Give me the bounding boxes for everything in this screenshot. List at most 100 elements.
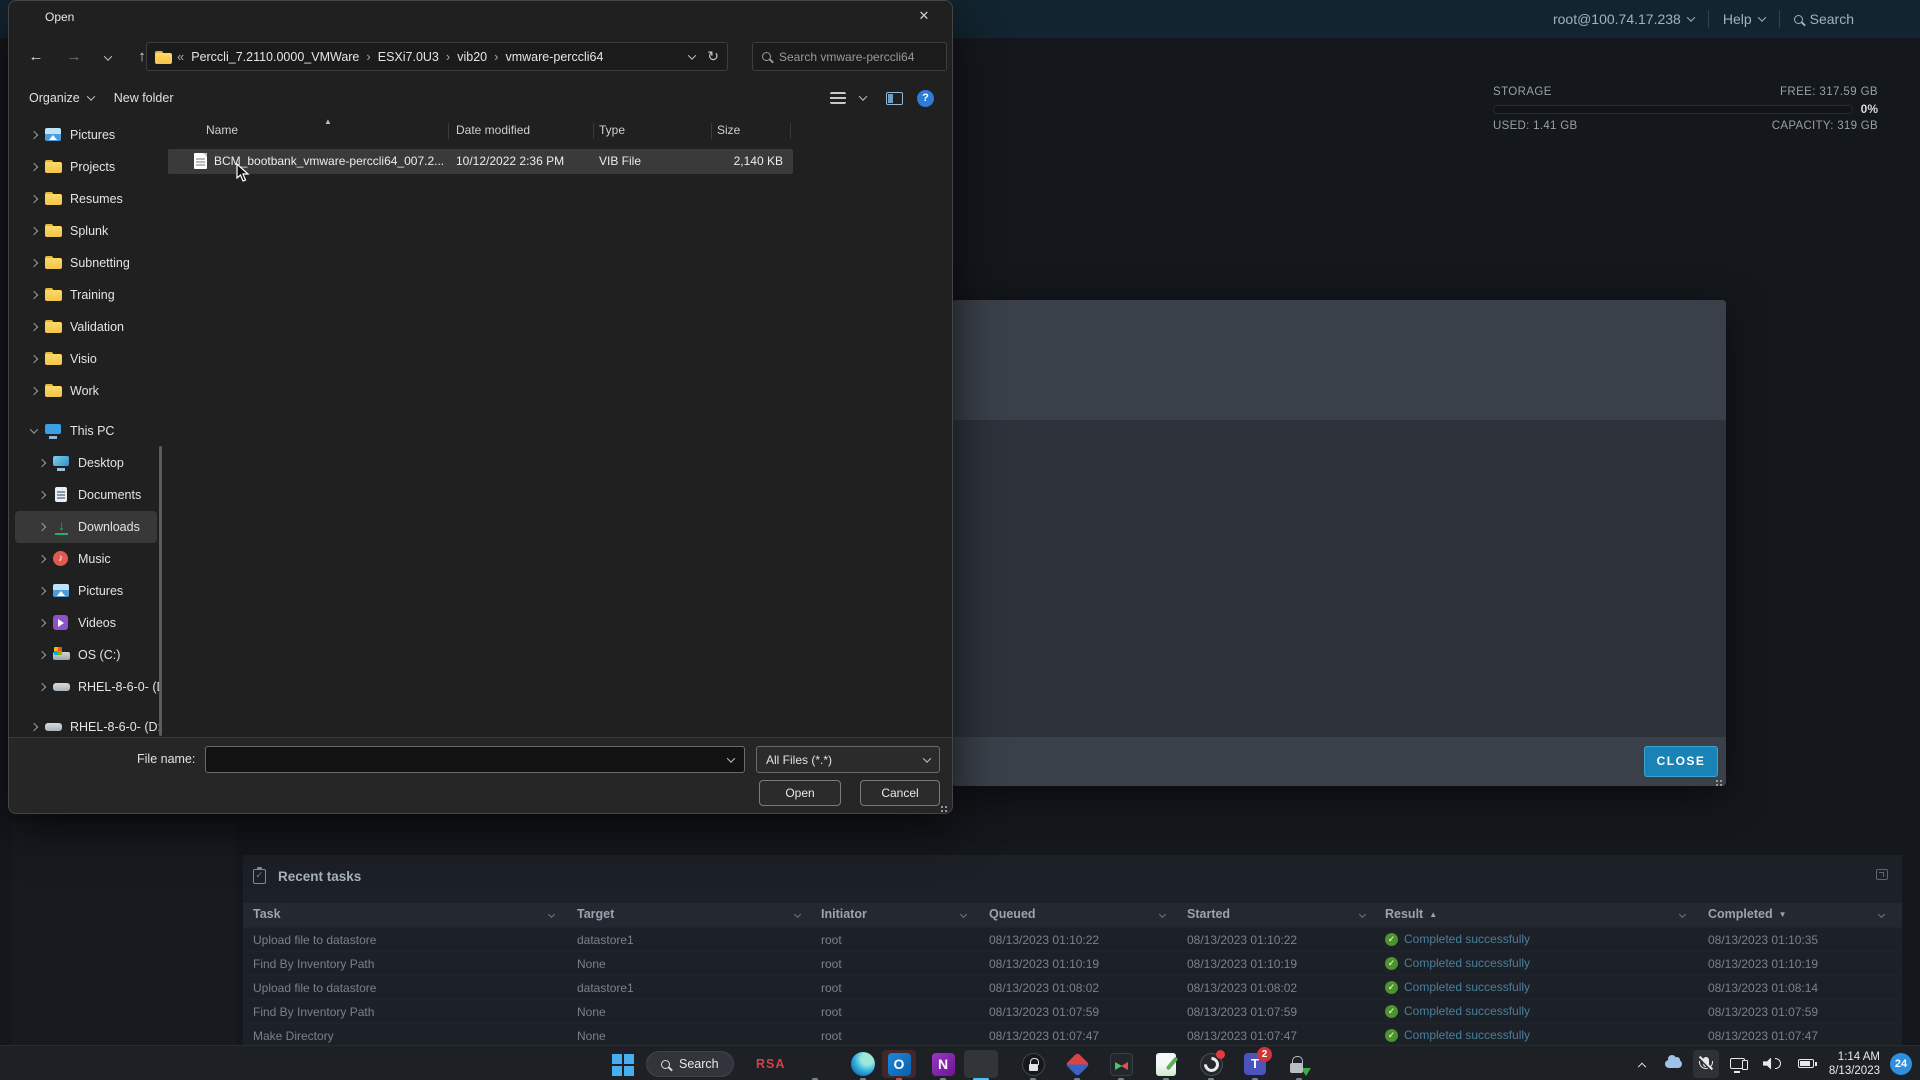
task-result[interactable]: ✓ Completed successfully (1385, 980, 1530, 994)
task-row[interactable]: Find By Inventory Path None root 08/13/2023… (243, 999, 1902, 1023)
resize-grip-icon[interactable] (945, 806, 947, 808)
microphone-muted-icon[interactable] (1692, 1049, 1719, 1078)
taskbar-transfer-icon[interactable] (1282, 1050, 1316, 1080)
task-row[interactable]: Upload file to datastore datastore1 root 08… (243, 975, 1902, 999)
chevron-right-icon[interactable] (37, 650, 47, 660)
back-button[interactable]: ← (21, 48, 51, 65)
column-divider[interactable] (593, 123, 594, 139)
taskbar-terminal-icon[interactable] (1104, 1050, 1138, 1080)
taskbar-rsa-icon[interactable]: RSA (756, 1057, 785, 1071)
volume-icon[interactable] (1757, 1050, 1787, 1078)
view-mode-chevron-icon[interactable] (858, 92, 868, 101)
chevron-right-icon[interactable] (29, 290, 39, 300)
taskbar-obs-icon[interactable] (1194, 1049, 1228, 1080)
close-icon[interactable]: ✕ (904, 1, 944, 31)
sidebar-item-videos[interactable]: Videos (9, 607, 161, 639)
chevron-right-icon[interactable] (29, 130, 39, 140)
taskbar-edge-icon[interactable] (846, 1050, 880, 1080)
taskbar-security-icon[interactable] (1060, 1050, 1094, 1080)
chevron-right-icon[interactable] (29, 386, 39, 396)
view-mode-icon[interactable] (830, 92, 846, 104)
column-filter-chevron-icon[interactable] (793, 910, 802, 919)
task-row[interactable]: Find By Inventory Path None root 08/13/2023… (243, 951, 1902, 975)
sidebar-item-visio[interactable]: Visio (9, 343, 161, 375)
sidebar-item-pictures[interactable]: Pictures (9, 575, 161, 607)
chevron-right-icon[interactable] (37, 586, 47, 596)
taskbar-teams-icon[interactable]: 2 (1238, 1047, 1272, 1080)
close-button[interactable]: CLOSE (1644, 746, 1718, 777)
chevron-down-icon[interactable] (29, 425, 39, 434)
display-icon[interactable] (1725, 1050, 1751, 1078)
column-filter-chevron-icon[interactable] (1158, 910, 1167, 919)
task-result[interactable]: ✓ Completed successfully (1385, 956, 1530, 970)
column-divider[interactable] (790, 123, 791, 139)
notification-badge[interactable]: 24 (1890, 1052, 1912, 1075)
tasks-column-header-task[interactable]: Task (253, 907, 281, 921)
tasks-column-header-target[interactable]: Target (577, 907, 614, 921)
sidebar-scrollbar[interactable] (159, 446, 162, 736)
new-folder-button[interactable]: New folder (114, 91, 174, 105)
sidebar-item-os-c-[interactable]: OS (C:) (9, 639, 161, 671)
chevron-right-icon[interactable] (37, 554, 47, 564)
column-filter-chevron-icon[interactable] (959, 910, 968, 919)
taskbar-outlook-icon[interactable] (882, 1050, 916, 1080)
battery-icon[interactable] (1793, 1050, 1819, 1078)
sidebar-item-music[interactable]: Music (9, 543, 161, 575)
tasks-column-header-completed[interactable]: Completed ▼ (1708, 907, 1787, 921)
dialog-titlebar[interactable]: Open ✕ (9, 1, 952, 33)
chevron-right-icon[interactable] (29, 162, 39, 172)
chevron-right-icon[interactable] (37, 490, 47, 500)
sidebar-item-subnetting[interactable]: Subnetting (9, 247, 161, 279)
tasks-column-header-result[interactable]: Result ▲ (1385, 907, 1437, 921)
tray-chevron-up-icon[interactable] (1629, 1050, 1655, 1078)
file-row[interactable]: BCM_bootbank_vmware-perccli64_007.2... 1… (168, 149, 793, 174)
task-result[interactable]: ✓ Completed successfully (1385, 1004, 1530, 1018)
task-result[interactable]: ✓ Completed successfully (1385, 1028, 1530, 1042)
file-name-combobox[interactable] (205, 746, 745, 773)
taskbar-editor-icon[interactable] (1149, 1050, 1183, 1080)
breadcrumb-segment[interactable]: vib20 (457, 50, 487, 64)
cancel-button[interactable]: Cancel (860, 780, 940, 806)
taskbar-keepass-icon[interactable] (1016, 1050, 1050, 1080)
tasks-expand-icon[interactable] (1876, 869, 1888, 880)
column-header-name[interactable]: Name (206, 123, 238, 137)
chevron-right-icon[interactable] (29, 322, 39, 332)
sidebar-item-rhel-8-6-0-d[interactable]: RHEL-8-6-0- (D (9, 671, 161, 703)
forward-button[interactable]: → (59, 48, 89, 65)
column-filter-chevron-icon[interactable] (547, 910, 556, 919)
search-input[interactable] (779, 49, 929, 64)
sidebar-item-work[interactable]: Work (9, 375, 161, 407)
preview-pane-icon[interactable] (886, 91, 903, 105)
column-header-date[interactable]: Date modified (456, 123, 530, 137)
column-divider[interactable] (448, 123, 449, 139)
tasks-column-header-started[interactable]: Started (1187, 907, 1230, 921)
taskbar-file-explorer-icon[interactable] (798, 1050, 832, 1080)
breadcrumb-segment[interactable]: vmware-perccli64 (505, 50, 603, 64)
task-row[interactable]: Make Directory None root 08/13/2023 01:07:4… (243, 1023, 1902, 1047)
chevron-right-icon[interactable] (29, 258, 39, 268)
column-header-type[interactable]: Type (599, 123, 625, 137)
chevron-right-icon[interactable] (37, 682, 47, 692)
chevron-right-icon[interactable] (37, 522, 47, 532)
organize-menu[interactable]: Organize (29, 91, 95, 105)
esxi-user-menu[interactable]: root@100.74.17.238 (1553, 11, 1696, 27)
sidebar-item-validation[interactable]: Validation (9, 311, 161, 343)
chevron-right-icon[interactable] (29, 194, 39, 204)
chevron-down-icon[interactable] (726, 753, 736, 763)
tray-clock[interactable]: 1:14 AM 8/13/2023 (1825, 1050, 1884, 1078)
breadcrumb-segment[interactable]: ESXi7.0U3 (378, 50, 439, 64)
breadcrumb-segment[interactable]: Perccli_7.2110.0000_VMWare (191, 50, 359, 64)
taskbar-start-icon[interactable] (605, 1050, 639, 1078)
file-type-select[interactable]: All Files (*.*) (756, 746, 940, 773)
task-result[interactable]: ✓ Completed successfully (1385, 932, 1530, 946)
column-filter-chevron-icon[interactable] (1678, 910, 1687, 919)
task-row[interactable]: Upload file to datastore datastore1 root 08… (243, 927, 1902, 951)
taskbar-search[interactable]: Search (646, 1051, 734, 1077)
column-filter-chevron-icon[interactable] (1877, 910, 1886, 919)
onedrive-icon[interactable] (1661, 1050, 1687, 1078)
sidebar-item-splunk[interactable]: Splunk (9, 215, 161, 247)
sidebar-item-desktop[interactable]: Desktop (9, 447, 161, 479)
column-filter-chevron-icon[interactable] (1358, 910, 1367, 919)
chevron-down-icon[interactable] (688, 50, 697, 60)
sidebar-item-documents[interactable]: Documents (9, 479, 161, 511)
